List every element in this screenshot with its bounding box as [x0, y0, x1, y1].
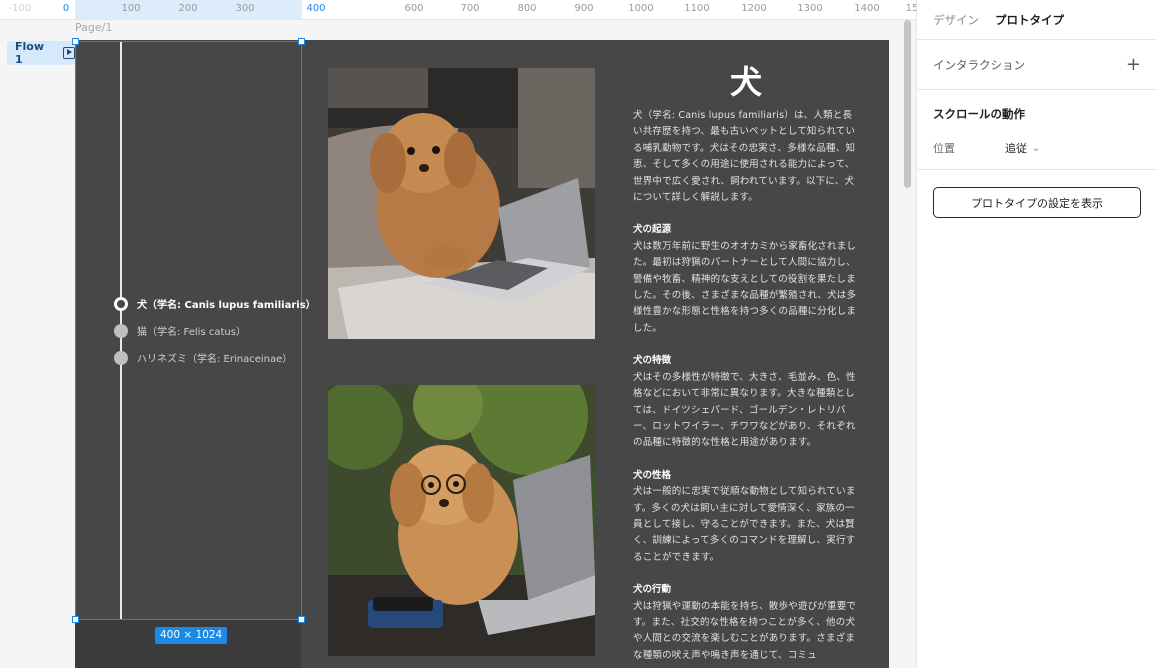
- tab-design[interactable]: デザイン: [933, 12, 979, 28]
- ruler-tick: 400: [306, 3, 326, 14]
- interaction-title: インタラクション: [933, 57, 1025, 72]
- position-select[interactable]: 追従: [1005, 140, 1027, 156]
- ruler-tick: 600: [404, 3, 424, 14]
- design-canvas[interactable]: Page/1 Flow 1 犬 犬（学名: Canis lupus famili…: [0, 20, 916, 668]
- ruler-tick: 200: [178, 3, 198, 14]
- page-label: Page/1: [75, 21, 113, 34]
- ruler-tick: 1400: [854, 3, 880, 14]
- article-content[interactable]: 犬 犬（学名: Canis lupus familiaris）は、人類と長い共存…: [633, 60, 859, 664]
- add-interaction-icon[interactable]: +: [1126, 55, 1141, 74]
- size-badge: 400 × 1024: [155, 627, 228, 644]
- article-intro: 犬（学名: Canis lupus familiaris）は、人類と長い共存歴を…: [633, 110, 856, 204]
- ruler-tick: -100: [8, 3, 32, 14]
- timeline-item[interactable]: 猫（学名: Felis catus）: [114, 323, 246, 338]
- flow-label: Flow 1: [15, 40, 45, 66]
- interaction-section: インタラクション +: [917, 40, 1157, 90]
- ruler-tick: 1200: [741, 3, 767, 14]
- section-body: 犬は数万年前に野生のオオカミから家畜化されました。最初は狩猟のパートナーとして人…: [633, 240, 857, 334]
- section-title: 犬の特徴: [633, 355, 672, 367]
- ruler-tick: 15: [905, 3, 916, 14]
- dog-photo-2[interactable]: [328, 385, 595, 656]
- timeline-label: 犬（学名: Canis lupus familiaris）: [137, 300, 316, 311]
- top-ruler: -100 0 100 200 300 400 600 700 800 900 1…: [0, 0, 916, 20]
- ruler-tick: 700: [460, 3, 480, 14]
- article-title: 犬: [729, 63, 762, 101]
- tab-prototype[interactable]: プロトタイプ: [995, 12, 1064, 28]
- ruler-tick: 1000: [628, 3, 654, 14]
- section-body: 犬はその多様性が特徴で、大きさ、毛並み、色、性格などにおいて非常に異なります。大…: [633, 371, 856, 449]
- timeline-label: 猫（学名: Felis catus）: [137, 327, 246, 338]
- timeline-dot: [114, 350, 128, 365]
- position-row: 位置 追従 ⌄: [933, 140, 1141, 156]
- section-body: 犬は狩猟や運動の本能を持ち、散歩や遊びが重要です。また、社交的な性格を持つことが…: [633, 600, 857, 661]
- timeline-label: ハリネズミ（学名: Erinaceinae）: [137, 354, 293, 365]
- position-label: 位置: [933, 142, 955, 155]
- scroll-behavior-section: スクロールの動作 位置 追従 ⌄: [917, 90, 1157, 170]
- vertical-scrollbar[interactable]: [904, 20, 911, 188]
- timeline-item[interactable]: ハリネズミ（学名: Erinaceinae）: [114, 350, 292, 365]
- play-flow-icon[interactable]: [63, 47, 75, 59]
- section-title: 犬の行動: [633, 584, 672, 596]
- scroll-behavior-title: スクロールの動作: [933, 107, 1025, 121]
- ruler-tick: 100: [121, 3, 141, 14]
- resize-handle-top-right[interactable]: [298, 38, 305, 45]
- ruler-tick: 0: [62, 3, 70, 14]
- resize-handle-top-left[interactable]: [72, 38, 79, 45]
- view-prototype-settings-button[interactable]: プロトタイプの設定を表示: [933, 187, 1141, 218]
- timeline-frame-selected[interactable]: 犬（学名: Canis lupus familiaris） 猫（学名: Feli…: [75, 41, 316, 620]
- flow-start-chip[interactable]: Flow 1: [7, 40, 75, 66]
- properties-panel: デザイン プロトタイプ インタラクション + スクロールの動作 位置 追従 ⌄ …: [916, 0, 1157, 668]
- ruler-tick: 1300: [797, 3, 823, 14]
- ruler-tick: 300: [235, 3, 255, 14]
- figma-editor: -100 0 100 200 300 400 600 700 800 900 1…: [0, 0, 1157, 668]
- panel-tabs: デザイン プロトタイプ: [917, 0, 1157, 40]
- resize-handle-bottom-right[interactable]: [298, 616, 305, 623]
- timeline-item[interactable]: 犬（学名: Canis lupus familiaris）: [114, 296, 316, 311]
- timeline-dot: [114, 323, 128, 338]
- ruler-tick: 800: [517, 3, 537, 14]
- ruler-tick: 1100: [684, 3, 710, 14]
- section-title: 犬の性格: [633, 469, 672, 481]
- ruler-tick: 900: [574, 3, 594, 14]
- resize-handle-bottom-left[interactable]: [72, 616, 79, 623]
- timeline-dot-active: [114, 296, 128, 311]
- section-title: 犬の起源: [633, 224, 672, 236]
- chevron-down-icon[interactable]: ⌄: [1032, 143, 1040, 154]
- section-body: 犬は一般的に忠実で従順な動物として知られています。多くの犬は飼い主に対して愛情深…: [633, 486, 856, 563]
- dog-photo-1[interactable]: [328, 68, 595, 339]
